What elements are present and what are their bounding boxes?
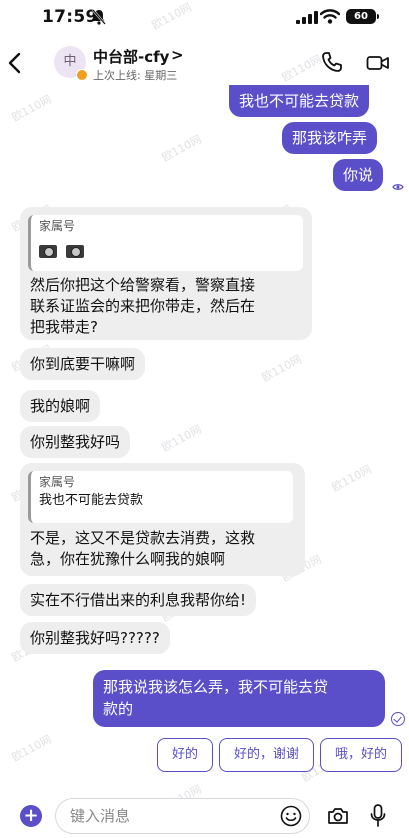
message-text: 你说 [343,166,374,184]
message-outgoing[interactable]: 那我说我该怎么弄，我不可能去贷 款的 [93,670,385,727]
quick-reply-chip[interactable]: 哦，好的 [320,738,402,772]
status-bar: 17:59 60 [0,0,409,36]
quick-reply-chip[interactable]: 好的 [157,738,213,772]
camera-icon[interactable] [327,806,349,826]
message-incoming[interactable]: 你到底要干嘛啊 [20,348,146,380]
message-text: 你别整我好吗 [30,433,121,451]
quote-sender: 家属号 [39,475,76,489]
message-text-line: 那我说我该怎么弄，我不可能去贷 [103,678,329,696]
message-text: 我也不可能去贷款 [239,92,360,110]
contact-chevron[interactable]: > [171,46,184,64]
message-incoming[interactable]: 家属号 然后你把这个给警察看，警察直接 联系证监会的来把你带走，然后在 把我带走… [20,207,312,340]
message-text: 那我该咋弄 [292,129,368,147]
message-outgoing[interactable]: 我也不可能去贷款 [229,85,370,117]
quote-text: 我也不可能去贷款 [39,493,144,508]
message-text-line: 联系证监会的来把你带走，然后在 [30,297,256,315]
avatar-status-badge [76,69,88,81]
message-incoming[interactable]: 家属号 我也不可能去贷款 不是，这又不是贷款去消费，这救 急，你在犹豫什么啊我的… [20,463,305,576]
video-icon[interactable] [366,53,390,73]
status-time: 17:59 [42,7,98,27]
composer-bar: + [0,795,409,838]
contact-name[interactable]: 中台部-cfy [93,46,169,67]
message-incoming[interactable]: 我的娘啊 [20,390,101,422]
last-seen-status: 上次上线: 星期三 [93,69,178,82]
quote-attachments [39,240,295,262]
microphone-icon[interactable] [370,804,386,828]
battery-indicator: 60 [346,9,379,24]
emoji-icon[interactable] [280,805,302,827]
read-receipt-icon [392,184,404,190]
message-incoming[interactable]: 你别整我好吗????? [20,622,170,654]
message-text-line: 不是，这又不是贷款去消费，这救 [30,529,256,547]
wifi-icon [320,9,340,24]
delivered-check-icon [391,712,405,726]
message-text-line: 然后你把这个给警察看，警察直接 [30,276,256,294]
message-outgoing[interactable]: 你说 [333,159,384,191]
message-text-line: 款的 [103,700,134,718]
plus-icon[interactable]: + [20,805,42,827]
message-input[interactable] [55,798,310,834]
message-text: 实在不行借出来的利息我帮你给! [30,591,247,609]
quoted-message[interactable]: 家属号 [28,215,303,271]
quoted-message[interactable]: 家属号 我也不可能去贷款 [28,471,293,523]
camera-emoji-icon [39,245,57,258]
quote-sender: 家属号 [39,219,76,233]
phone-icon[interactable] [320,50,344,74]
bell-off-icon [92,9,106,25]
back-icon[interactable] [3,49,27,77]
quick-reply-chip[interactable]: 好的，谢谢 [219,738,314,772]
signal-icon [296,11,318,24]
message-text-line: 急，你在犹豫什么啊我的娘啊 [30,550,226,568]
camera-emoji-icon [65,245,84,258]
message-incoming[interactable]: 你别整我好吗 [20,426,131,458]
message-text: 你别整我好吗????? [30,629,160,647]
chat-header: 中 中台部-cfy > 上次上线: 星期三 [0,36,409,92]
message-text: 你到底要干嘛啊 [30,355,136,373]
message-text: 我的娘啊 [30,397,91,415]
message-incoming[interactable]: 实在不行借出来的利息我帮你给! [20,584,257,616]
message-outgoing[interactable]: 那我该咋弄 [282,122,378,154]
message-text-line: 把我带走? [30,318,98,336]
